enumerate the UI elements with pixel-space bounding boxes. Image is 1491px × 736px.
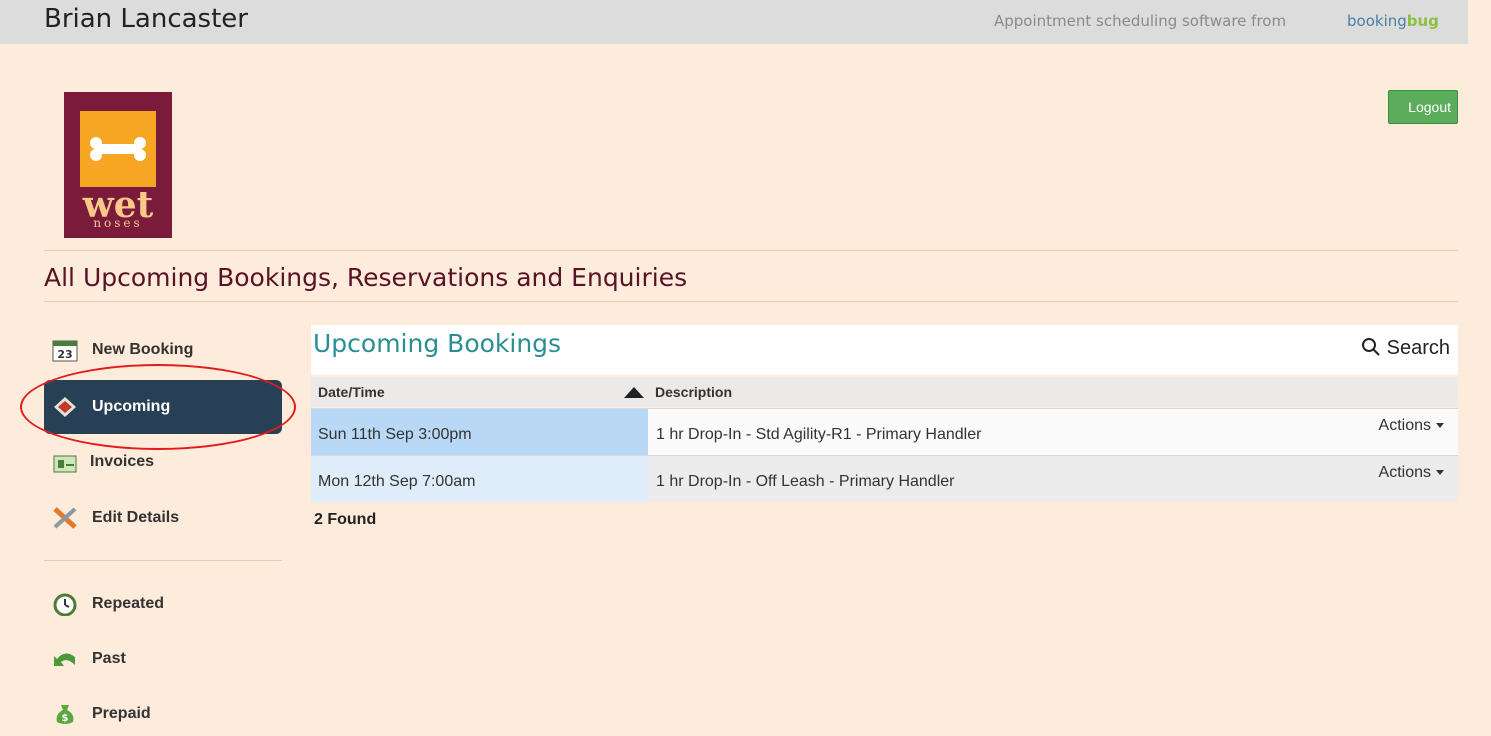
bookingbug-link[interactable]: bookingbug [1347,12,1439,30]
search-button[interactable]: Search [1361,337,1450,360]
sidebar-item-label: Past [92,650,126,667]
divider [44,301,1458,302]
brand-part2: bug [1406,12,1439,30]
upcoming-icon [52,395,78,419]
sidebar-item-label: Repeated [92,595,165,612]
search-icon [1361,337,1387,359]
top-bar: Brian Lancaster Appointment scheduling s… [0,0,1468,44]
sidebar-item-label: Prepaid [92,705,151,722]
actions-dropdown[interactable]: Actions [1379,464,1444,482]
caret-down-icon [1436,470,1444,476]
tagline: Appointment scheduling software from [994,12,1287,30]
sidebar-divider [44,560,282,561]
datetime-cell: Sun 11th Sep 3:00pm [311,409,648,455]
results-count: 2 Found [314,511,377,528]
table-row[interactable]: Mon 12th Sep 7:00am 1 hr Drop-In - Off L… [311,455,1458,502]
sidebar-item-past[interactable]: Past [44,637,282,681]
column-datetime[interactable]: Date/Time [318,384,385,400]
sidebar-item-label: Invoices [90,453,155,470]
actions-dropdown[interactable]: Actions [1379,417,1444,435]
description-cell: 1 hr Drop-In - Std Agility-R1 - Primary … [656,426,982,443]
undo-arrow-icon [52,647,78,671]
sidebar-item-repeated[interactable]: Repeated [44,582,282,626]
sidebar-item-label: Upcoming [92,398,171,415]
calendar-day: 23 [57,348,72,361]
table-row[interactable]: Sun 11th Sep 3:00pm 1 hr Drop-In - Std A… [311,408,1458,455]
user-name: Brian Lancaster [44,4,248,34]
bone-icon [80,111,156,187]
wet-noses-logo: wet noses [64,92,172,238]
sidebar-item-label: Edit Details [92,509,180,526]
sidebar-item-new-booking[interactable]: 23 New Booking [44,328,282,372]
sort-ascending-icon[interactable] [624,387,644,398]
page-title: All Upcoming Bookings, Reservations and … [44,263,688,292]
sidebar-item-label: New Booking [92,341,194,358]
panel-header: Upcoming Bookings Search [311,325,1458,375]
caret-down-icon [1436,423,1444,429]
logout-button[interactable]: Logout [1388,90,1458,124]
logo-word-noses: noses [93,216,143,230]
invoice-icon [52,452,78,476]
money-bag-icon: $ [52,702,78,726]
calendar-icon: 23 [52,338,78,362]
datetime-cell: Mon 12th Sep 7:00am [311,456,648,502]
alarm-clock-icon [52,592,78,617]
sidebar-item-upcoming[interactable]: Upcoming [44,380,282,434]
brand-part1: booking [1347,12,1407,30]
sidebar-item-invoices[interactable]: Invoices [44,442,282,486]
sidebar-item-edit-details[interactable]: Edit Details [44,496,282,540]
sidebar-item-prepaid[interactable]: $ Prepaid [44,692,282,736]
divider [44,250,1458,251]
upcoming-bookings-panel: Upcoming Bookings Search Date/Time Descr… [311,325,1458,535]
edit-tools-icon [52,506,78,530]
svg-text:$: $ [62,713,69,724]
column-description[interactable]: Description [655,384,732,400]
description-cell: 1 hr Drop-In - Off Leash - Primary Handl… [656,473,955,490]
search-label: Search [1386,337,1450,359]
panel-title: Upcoming Bookings [313,329,562,358]
table-header: Date/Time Description [311,377,1458,407]
